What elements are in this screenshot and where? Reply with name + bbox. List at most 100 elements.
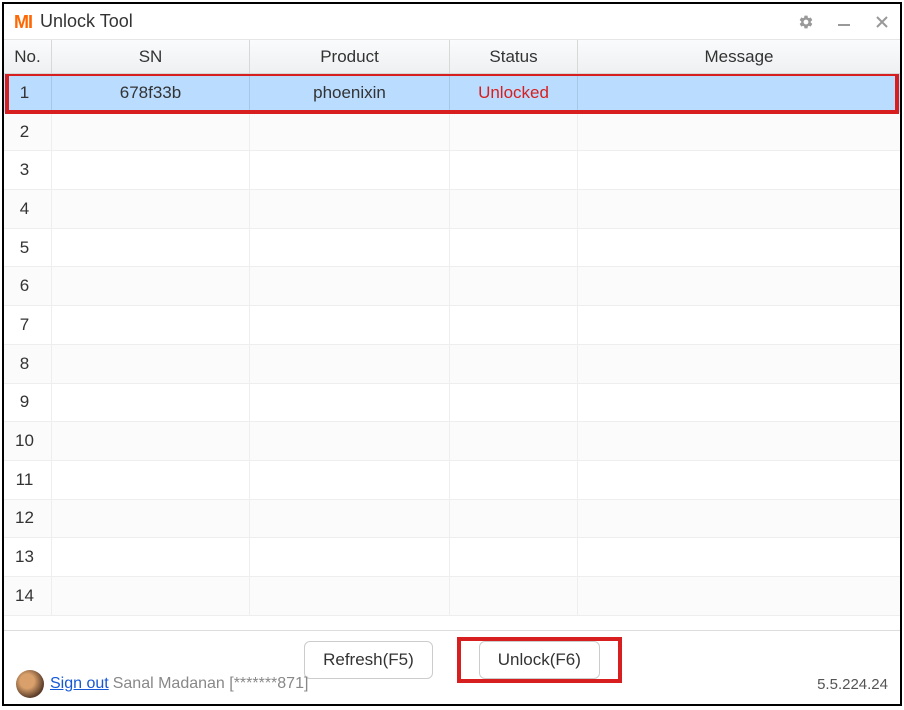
- cell-status: [450, 267, 578, 305]
- table-header: No. SN Product Status Message: [4, 40, 900, 74]
- table-row[interactable]: 1678f33bphoenixinUnlocked: [4, 74, 900, 113]
- table-row[interactable]: 5: [4, 229, 900, 268]
- settings-button[interactable]: [796, 12, 816, 32]
- cell-product: [250, 500, 450, 538]
- table-row[interactable]: 10: [4, 422, 900, 461]
- cell-sn: [52, 538, 250, 576]
- table-row[interactable]: 11: [4, 461, 900, 500]
- cell-message: [578, 151, 900, 189]
- table-row[interactable]: 4: [4, 190, 900, 229]
- cell-no: 13: [4, 538, 52, 576]
- header-product[interactable]: Product: [250, 40, 450, 73]
- cell-sn: [52, 151, 250, 189]
- cell-no: 11: [4, 461, 52, 499]
- cell-status: [450, 577, 578, 615]
- cell-status: [450, 113, 578, 151]
- mi-logo-text: MI: [14, 13, 32, 31]
- cell-product: phoenixin: [250, 74, 450, 112]
- gear-icon: [798, 14, 814, 30]
- cell-product: [250, 306, 450, 344]
- table-row[interactable]: 3: [4, 151, 900, 190]
- cell-status: [450, 461, 578, 499]
- cell-product: [250, 577, 450, 615]
- close-icon: [875, 15, 889, 29]
- cell-message: [578, 190, 900, 228]
- cell-product: [250, 190, 450, 228]
- cell-product: [250, 461, 450, 499]
- cell-status: [450, 306, 578, 344]
- table-body: 1678f33bphoenixinUnlocked234567891011121…: [4, 74, 900, 630]
- table-row[interactable]: 6: [4, 267, 900, 306]
- cell-product: [250, 384, 450, 422]
- table-row[interactable]: 14: [4, 577, 900, 616]
- table-row[interactable]: 7: [4, 306, 900, 345]
- cell-message: [578, 538, 900, 576]
- cell-status: [450, 151, 578, 189]
- unlock-tool-window: MI Unlock Tool No. SN Produc: [2, 2, 902, 706]
- cell-message: [578, 229, 900, 267]
- cell-no: 2: [4, 113, 52, 151]
- table-row[interactable]: 13: [4, 538, 900, 577]
- cell-product: [250, 113, 450, 151]
- cell-no: 7: [4, 306, 52, 344]
- table-row[interactable]: 8: [4, 345, 900, 384]
- cell-no: 5: [4, 229, 52, 267]
- footer: Refresh(F5) Unlock(F6) Sign out Sanal Ma…: [4, 630, 900, 704]
- cell-no: 4: [4, 190, 52, 228]
- cell-product: [250, 422, 450, 460]
- cell-message: [578, 345, 900, 383]
- cell-sn: [52, 422, 250, 460]
- avatar[interactable]: [16, 670, 44, 698]
- cell-status: [450, 422, 578, 460]
- cell-product: [250, 538, 450, 576]
- header-no[interactable]: No.: [4, 40, 52, 73]
- cell-sn: [52, 306, 250, 344]
- cell-status: Unlocked: [450, 74, 578, 112]
- cell-product: [250, 345, 450, 383]
- cell-message: [578, 384, 900, 422]
- cell-sn: [52, 384, 250, 422]
- cell-no: 3: [4, 151, 52, 189]
- cell-sn: 678f33b: [52, 74, 250, 112]
- cell-no: 10: [4, 422, 52, 460]
- header-sn[interactable]: SN: [52, 40, 250, 73]
- cell-message: [578, 267, 900, 305]
- cell-sn: [52, 229, 250, 267]
- cell-sn: [52, 345, 250, 383]
- cell-no: 6: [4, 267, 52, 305]
- cell-status: [450, 538, 578, 576]
- cell-no: 14: [4, 577, 52, 615]
- cell-status: [450, 384, 578, 422]
- header-message[interactable]: Message: [578, 40, 900, 73]
- minimize-button[interactable]: [834, 12, 854, 32]
- cell-no: 1: [4, 74, 52, 112]
- table-row[interactable]: 9: [4, 384, 900, 423]
- cell-sn: [52, 577, 250, 615]
- window-title: Unlock Tool: [40, 11, 133, 32]
- cell-message: [578, 577, 900, 615]
- close-button[interactable]: [872, 12, 892, 32]
- cell-sn: [52, 461, 250, 499]
- version-label: 5.5.224.24: [817, 676, 888, 693]
- header-status[interactable]: Status: [450, 40, 578, 73]
- cell-sn: [52, 113, 250, 151]
- titlebar: MI Unlock Tool: [4, 4, 900, 40]
- cell-no: 9: [4, 384, 52, 422]
- user-name: Sanal Madanan [*******871]: [113, 675, 309, 693]
- table-row[interactable]: 2: [4, 113, 900, 152]
- cell-no: 12: [4, 500, 52, 538]
- mi-logo-icon: MI: [12, 11, 34, 33]
- cell-sn: [52, 267, 250, 305]
- cell-product: [250, 151, 450, 189]
- titlebar-controls: [796, 12, 892, 32]
- cell-status: [450, 229, 578, 267]
- cell-product: [250, 267, 450, 305]
- cell-sn: [52, 500, 250, 538]
- cell-message: [578, 461, 900, 499]
- cell-message: [578, 306, 900, 344]
- cell-product: [250, 229, 450, 267]
- table-row[interactable]: 12: [4, 500, 900, 539]
- cell-message: [578, 113, 900, 151]
- cell-message: [578, 422, 900, 460]
- signout-link[interactable]: Sign out: [50, 675, 109, 693]
